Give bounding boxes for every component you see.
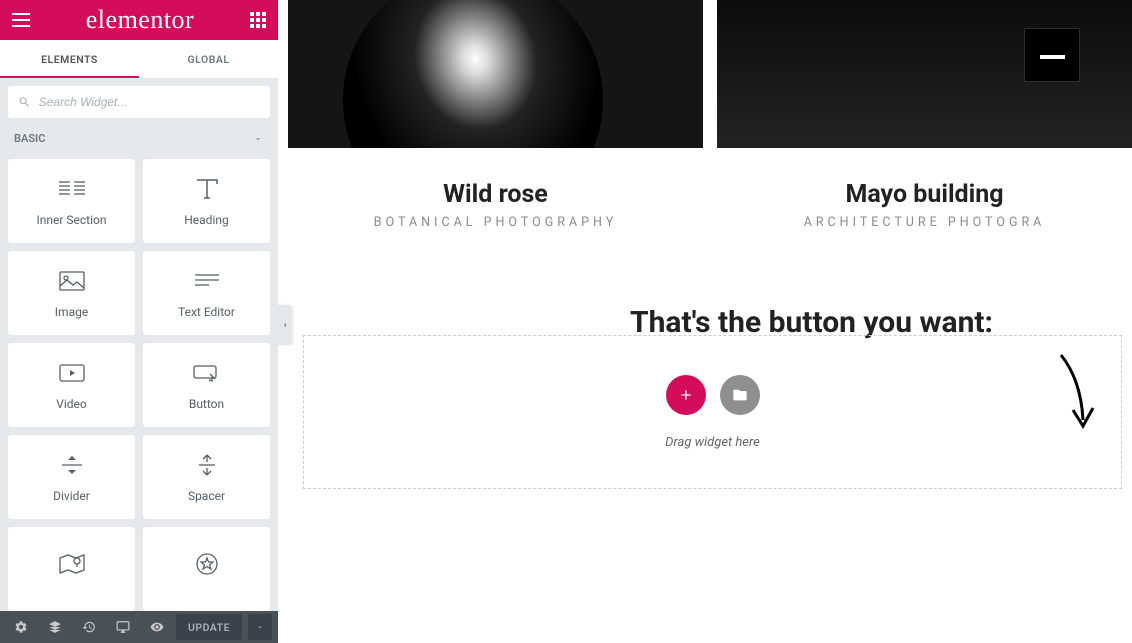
sidebar-tabs: ELEMENTS GLOBAL <box>0 40 278 78</box>
widget-label: Video <box>56 397 87 411</box>
folder-icon <box>732 387 748 403</box>
category-label: BASIC <box>14 132 45 145</box>
gear-icon <box>14 620 28 634</box>
add-section-button[interactable] <box>666 375 706 415</box>
widget-label: Heading <box>184 213 229 227</box>
widget-spacer[interactable]: Spacer <box>143 435 270 519</box>
divider-icon <box>61 451 83 479</box>
star-circle-icon <box>195 550 219 578</box>
portfolio-subtitle: BOTANICAL PHOTOGRAPHY <box>288 215 703 230</box>
settings-button[interactable] <box>6 612 36 642</box>
layers-icon <box>48 620 62 634</box>
widget-divider[interactable]: Divider <box>8 435 135 519</box>
responsive-button[interactable] <box>108 612 138 642</box>
portfolio-image <box>717 0 1132 148</box>
map-icon <box>59 550 85 578</box>
editor-canvas: Wild rose BOTANICAL PHOTOGRAPHY Mayo bui… <box>278 0 1132 643</box>
widget-inner-section[interactable]: Inner Section <box>8 159 135 243</box>
widget-label: Image <box>55 305 88 319</box>
add-template-button[interactable] <box>720 375 760 415</box>
widget-label: Spacer <box>188 489 225 503</box>
desktop-icon <box>116 620 130 634</box>
update-options-button[interactable] <box>248 614 272 640</box>
elementor-logo: elementor <box>86 5 194 35</box>
update-button[interactable]: UPDATE <box>176 614 242 640</box>
sidebar-footer: UPDATE <box>0 611 278 643</box>
portfolio-item[interactable]: Wild rose BOTANICAL PHOTOGRAPHY <box>288 0 703 230</box>
tab-global[interactable]: GLOBAL <box>139 40 278 78</box>
widget-text-editor[interactable]: Text Editor <box>143 251 270 335</box>
image-icon <box>59 267 85 295</box>
search-wrap <box>0 78 278 126</box>
widget-google-maps[interactable] <box>8 527 135 611</box>
text-editor-icon <box>193 267 221 295</box>
button-icon <box>193 359 221 387</box>
columns-icon <box>57 175 87 203</box>
search-box[interactable] <box>8 86 270 118</box>
widget-button[interactable]: Button <box>143 343 270 427</box>
history-button[interactable] <box>74 612 104 642</box>
drag-hint-text: Drag widget here <box>665 435 760 450</box>
portfolio-item[interactable]: Mayo building ARCHITECTURE PHOTOGRA <box>717 0 1132 230</box>
widget-icon[interactable] <box>143 527 270 611</box>
search-icon <box>18 95 31 109</box>
section-buttons <box>666 375 760 415</box>
history-icon <box>82 620 96 634</box>
tab-elements[interactable]: ELEMENTS <box>0 40 139 78</box>
portfolio-title: Mayo building <box>717 180 1132 209</box>
elementor-sidebar: elementor ELEMENTS GLOBAL BASIC Inner Se… <box>0 0 278 643</box>
caret-up-icon <box>256 623 264 631</box>
chevron-down-icon <box>252 133 264 145</box>
portfolio-title: Wild rose <box>288 180 703 209</box>
spacer-icon <box>198 451 216 479</box>
preview-button[interactable] <box>142 612 172 642</box>
widget-image[interactable]: Image <box>8 251 135 335</box>
category-basic[interactable]: BASIC <box>0 126 278 151</box>
search-input[interactable] <box>39 95 260 109</box>
widget-label: Button <box>189 397 224 411</box>
video-icon <box>59 359 85 387</box>
widget-label: Text Editor <box>178 305 235 319</box>
widget-label: Inner Section <box>36 213 106 227</box>
heading-icon <box>192 175 222 203</box>
widgets-grid: Inner Section Heading Image Text Editor … <box>0 151 278 611</box>
navigator-button[interactable] <box>40 612 70 642</box>
empty-section-dropzone[interactable]: Drag widget here <box>303 335 1122 489</box>
portfolio-subtitle: ARCHITECTURE PHOTOGRA <box>717 215 1132 230</box>
sidebar-header: elementor <box>0 0 278 40</box>
apps-icon[interactable] <box>250 12 266 28</box>
widget-heading[interactable]: Heading <box>143 159 270 243</box>
widget-video[interactable]: Video <box>8 343 135 427</box>
widget-label: Divider <box>53 489 90 503</box>
eye-icon <box>150 620 164 634</box>
portfolio-image <box>288 0 703 148</box>
plus-icon <box>678 387 694 403</box>
portfolio-row: Wild rose BOTANICAL PHOTOGRAPHY Mayo bui… <box>278 0 1132 230</box>
menu-icon[interactable] <box>12 13 30 27</box>
